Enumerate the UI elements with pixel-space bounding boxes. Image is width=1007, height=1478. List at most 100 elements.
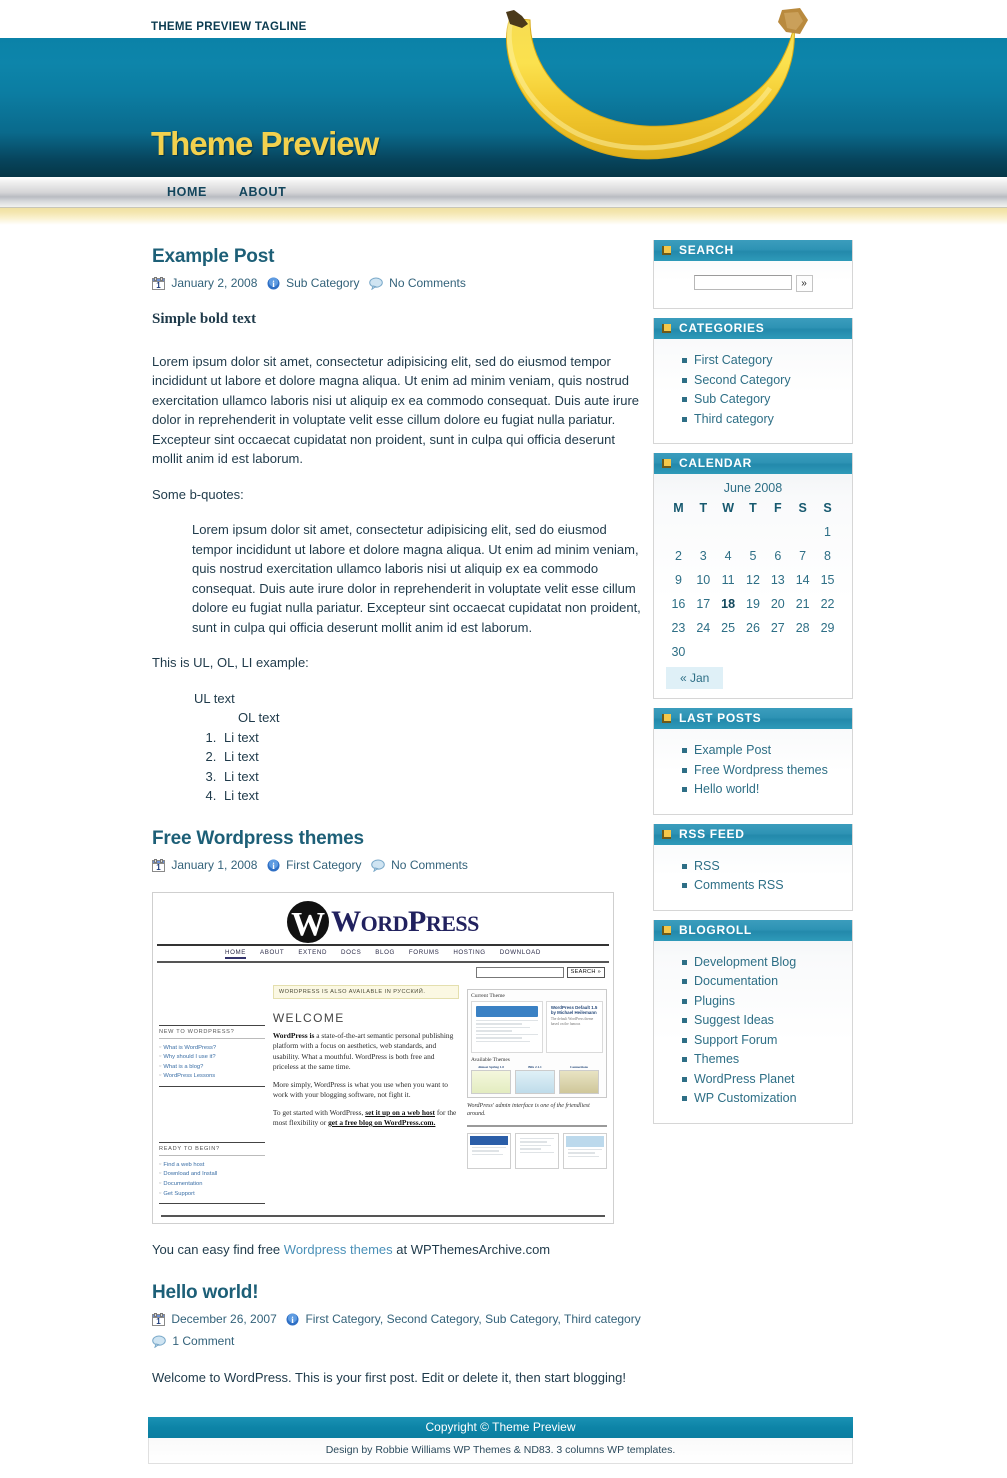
list-item[interactable]: RSS (682, 857, 844, 877)
list-item[interactable]: Third category (682, 410, 844, 430)
category-link[interactable]: Third category (694, 412, 774, 426)
list-item[interactable]: Support Forum (682, 1031, 844, 1051)
post-title-link[interactable]: Hello world! (152, 1282, 259, 1303)
wporg-section-head: READY TO BEGIN? (159, 1141, 265, 1156)
weekday-header: W (722, 501, 735, 515)
post-category-link[interactable]: First Category (286, 858, 361, 872)
search-input[interactable] (693, 275, 792, 290)
widget-header: RSS FEED (654, 823, 852, 845)
wporg-paragraph: To get started with WordPress, set it up… (272, 1107, 457, 1128)
list-item: Li text (220, 747, 647, 767)
post-paragraph: Welcome to WordPress. This is your first… (152, 1369, 626, 1385)
blogroll-link[interactable]: Themes (694, 1052, 739, 1066)
rss-link[interactable]: Comments RSS (694, 878, 784, 892)
wordpress-screenshot[interactable]: W WORDPRESS HOME ABOUT EXTEND DOCS BLOG (152, 891, 614, 1225)
widget-last-posts: LAST POSTS Example Post Free Wordpress t… (653, 708, 853, 815)
weekday-header: S (823, 501, 832, 515)
list-item[interactable]: Comments RSS (682, 876, 844, 896)
category-link[interactable]: Sub Category (694, 392, 770, 406)
post-comments-link[interactable]: No Comments (391, 858, 468, 872)
nav-item-home[interactable]: HOME (151, 185, 223, 199)
blockquote-intro: Some b-quotes: (152, 486, 244, 502)
blogroll-link[interactable]: WP Customization (694, 1091, 797, 1105)
calendar-day (691, 520, 716, 544)
list-item[interactable]: Suggest Ideas (682, 1011, 844, 1031)
category-link[interactable]: First Category (694, 353, 773, 367)
nav-link-home[interactable]: HOME (151, 185, 223, 199)
post-title[interactable]: Free Wordpress themes (152, 828, 647, 850)
post-comments-link[interactable]: 1 Comment (172, 1334, 234, 1348)
post-comments-link[interactable]: No Comments (389, 276, 466, 290)
list-item[interactable]: First Category (682, 351, 844, 371)
post-category-link[interactable]: Sub Category (286, 276, 359, 290)
calendar-day: 9 (674, 573, 682, 587)
wporg-search-input (475, 966, 564, 978)
list-item[interactable]: Sub Category (682, 390, 844, 410)
calendar-day: 24 (696, 621, 711, 635)
calendar-day: 5 (749, 549, 757, 563)
post-title-link[interactable]: Example Post (152, 246, 274, 267)
wporg-search: SEARCH » (153, 963, 613, 981)
blogroll-link[interactable]: Development Blog (694, 955, 796, 969)
calendar-day: 20 (770, 597, 785, 611)
wporg-thumb (563, 1132, 607, 1169)
post-category-link[interactable]: First Category, Second Category, Sub Cat… (305, 1312, 640, 1326)
category-link[interactable]: Second Category (694, 373, 791, 387)
post-title-link[interactable]: Free Wordpress themes (152, 828, 364, 849)
weekday-header: S (798, 501, 807, 515)
list-item[interactable]: Free Wordpress themes (682, 761, 844, 781)
calendar-day (666, 520, 691, 544)
wordpress-wordmark: WORDPRESS (331, 904, 479, 938)
wporg-available-heading: Available Themes (471, 1056, 510, 1063)
post-title[interactable]: Example Post (152, 246, 647, 268)
list-example: UL text OL text Li text Li text Li text … (152, 689, 647, 806)
list-intro: This is UL, OL, LI example: (152, 655, 309, 670)
square-icon (662, 246, 671, 255)
list-item[interactable]: Second Category (682, 371, 844, 391)
calendar-day (741, 520, 766, 544)
ul-item: UL text (194, 690, 235, 706)
blogroll-link[interactable]: WordPress Planet (694, 1072, 795, 1086)
list-item[interactable]: WP Customization (682, 1089, 844, 1109)
widget-header: CATEGORIES (654, 318, 852, 339)
calendar-prev-link[interactable]: « Jan (666, 667, 724, 689)
post-title[interactable]: Hello world! (152, 1282, 647, 1304)
nav-item-about[interactable]: ABOUT (223, 185, 302, 199)
blogroll-link[interactable]: Documentation (694, 974, 778, 988)
search-submit-button[interactable]: » (795, 275, 813, 292)
calendar-day: 14 (795, 573, 810, 587)
list-item[interactable]: Themes (682, 1050, 844, 1070)
calendar-day: 22 (820, 597, 835, 611)
nav-link-about[interactable]: ABOUT (223, 185, 302, 199)
wordpress-themes-link[interactable]: Wordpress themes (284, 1242, 393, 1257)
list-item[interactable]: Hello world! (682, 780, 844, 800)
post-blockquote: Lorem ipsum dolor sit amet, consectetur … (192, 522, 641, 635)
comment-bubble-icon (152, 1335, 169, 1351)
post-closing-line: You can easy find free Wordpress themes … (152, 1242, 551, 1258)
yellow-divider (0, 208, 1007, 225)
list-item[interactable]: WordPress Planet (682, 1070, 844, 1090)
list-item[interactable]: Development Blog (682, 953, 844, 973)
sidebar: SEARCH » CATEGORIES First Category Secon… (653, 240, 853, 1133)
calendar-caption: June 2008 (723, 481, 783, 495)
post-link[interactable]: Free Wordpress themes (694, 763, 828, 777)
page-wrapper: Example Post 1 January 2, 2008 i Sub Cat… (148, 225, 853, 1403)
calendar-day: 4 (724, 549, 732, 563)
list-item[interactable]: Example Post (682, 741, 844, 761)
weekday-header: M (673, 501, 684, 515)
wporg-thumb (515, 1132, 559, 1169)
post-link[interactable]: Hello world! (694, 782, 759, 796)
post-link[interactable]: Example Post (694, 743, 771, 757)
list-item[interactable]: Documentation (682, 972, 844, 992)
calendar-day: 6 (774, 549, 782, 563)
wporg-nav-item: DOWNLOAD (499, 948, 541, 956)
blogroll-link[interactable]: Suggest Ideas (694, 1013, 774, 1027)
category-icon: i (263, 858, 283, 875)
rss-link[interactable]: RSS (694, 859, 720, 873)
weekday-header: T (749, 501, 757, 515)
list-item[interactable]: Plugins (682, 992, 844, 1012)
post-free-wordpress-themes: Free Wordpress themes 1 January 1, 2008 … (152, 828, 647, 1260)
calendar-day (765, 520, 790, 544)
blogroll-link[interactable]: Support Forum (694, 1033, 777, 1047)
blogroll-link[interactable]: Plugins (694, 994, 735, 1008)
